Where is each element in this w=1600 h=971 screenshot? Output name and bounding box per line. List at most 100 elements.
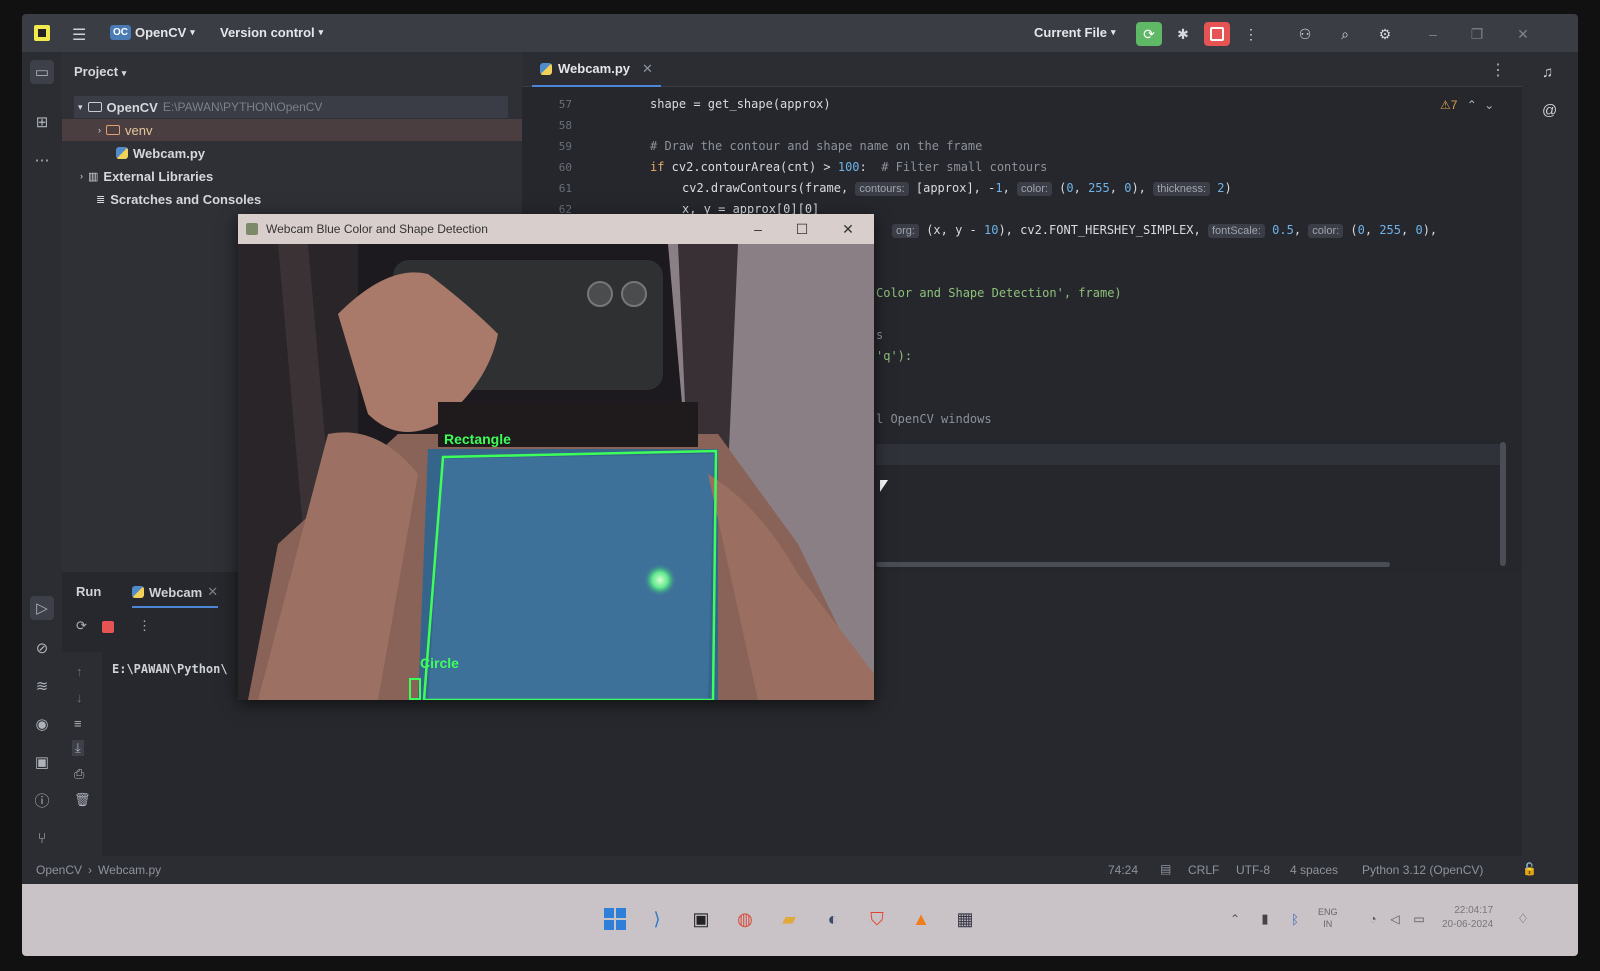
debug-icon[interactable]: ✱ xyxy=(1170,22,1196,46)
structure-icon[interactable]: ⊞ xyxy=(30,110,54,134)
settings-icon[interactable]: ⚙ xyxy=(1372,22,1398,46)
inspection-widget[interactable]: ⚠7 ⌃ ⌄ xyxy=(1440,98,1494,112)
tab-label: Webcam.py xyxy=(558,61,631,76)
main-menu-icon[interactable]: ☰ xyxy=(72,25,86,45)
brave-icon[interactable]: ⛉ xyxy=(864,906,890,932)
webcam-title-bar[interactable]: Webcam Blue Color and Shape Detection – … xyxy=(238,214,874,244)
vlc-icon[interactable]: ▲ xyxy=(908,906,934,932)
more-tools-icon[interactable]: ⋯ xyxy=(30,148,54,172)
webcam-app-taskbar-icon[interactable]: ▦ xyxy=(952,906,978,932)
vertical-scrollbar[interactable] xyxy=(1500,442,1506,566)
code-line-partial: 'q'): xyxy=(876,349,913,363)
tab-webcam-py[interactable]: Webcam.py ✕ xyxy=(532,52,661,87)
title-bar: ☰ OC OpenCV ▾ Version control ▾ Current … xyxy=(22,14,1578,52)
line-separator[interactable]: CRLF xyxy=(1188,863,1219,877)
git-icon[interactable]: ⑂ xyxy=(30,826,54,850)
breadcrumb-project[interactable]: OpenCV xyxy=(36,863,82,877)
tree-item-file[interactable]: Webcam.py xyxy=(116,142,205,164)
maximize-icon[interactable]: ☐ xyxy=(790,220,814,238)
webcam-run-tab[interactable]: Webcam ✕ xyxy=(132,584,219,608)
restore-window-icon[interactable]: ❐ xyxy=(1464,22,1490,46)
notifications-icon[interactable]: ♫ xyxy=(1542,64,1553,81)
vscode-icon[interactable]: ⟩ xyxy=(644,906,670,932)
problems-icon[interactable]: ⓘ xyxy=(30,788,54,812)
close-icon[interactable]: ✕ xyxy=(836,220,860,238)
language-indicator[interactable]: ENG IN xyxy=(1318,906,1338,930)
chevron-up-icon[interactable]: ⌃ xyxy=(1467,98,1477,112)
scroll-up-icon[interactable]: ↑ xyxy=(76,664,83,679)
stop-run-icon[interactable] xyxy=(102,621,114,633)
webcam-feed: Rectangle Circle xyxy=(238,244,874,700)
code-line-partial: l OpenCV windows xyxy=(876,412,992,426)
more-options-icon[interactable]: ⋮ xyxy=(138,618,151,634)
project-folder-icon[interactable]: ▭ xyxy=(30,60,54,84)
project-name: OpenCV xyxy=(135,25,187,40)
minimize-window-icon[interactable]: – xyxy=(1420,22,1446,46)
chrome-icon[interactable]: ◍ xyxy=(732,906,758,932)
services-icon[interactable]: ◉ xyxy=(30,712,54,736)
print-icon[interactable]: ⎙ xyxy=(74,766,84,782)
version-control-menu[interactable]: Version control ▾ xyxy=(220,25,323,40)
tab-options-icon[interactable]: ⋮ xyxy=(1490,60,1506,80)
webcam-window[interactable]: Webcam Blue Color and Shape Detection – … xyxy=(238,214,874,700)
chevron-down-icon[interactable]: ⌄ xyxy=(1484,98,1494,112)
trash-icon[interactable]: 🗑 xyxy=(74,792,91,808)
code-line-partial: Color and Shape Detection', frame) xyxy=(876,286,1122,300)
tray-app-icon[interactable]: ▮ xyxy=(1252,906,1278,932)
search-icon[interactable]: ⌕ xyxy=(1332,22,1358,46)
ide-screen: ☰ OC OpenCV ▾ Version control ▾ Current … xyxy=(22,14,1578,956)
chevron-down-icon: ▾ xyxy=(78,101,83,112)
project-panel-header[interactable]: Project ▾ xyxy=(74,64,126,79)
chevron-up-icon[interactable]: ⌃ xyxy=(1222,906,1248,932)
pycharm-taskbar-icon[interactable]: ▣ xyxy=(688,906,714,932)
pycharm-logo-icon[interactable] xyxy=(34,25,50,41)
more-actions-icon[interactable]: ⋮ xyxy=(1238,22,1264,46)
run-config-label: Current File xyxy=(1034,25,1107,40)
tree-root-path: E:\PAWAN\PYTHON\OpenCV xyxy=(162,100,323,114)
bluetooth-icon[interactable]: ᛒ xyxy=(1282,906,1308,932)
python-interpreter[interactable]: Python 3.12 (OpenCV) xyxy=(1362,863,1483,877)
tree-item-external-libraries[interactable]: › ▥ External Libraries xyxy=(80,165,213,187)
run-side-toolbar: ↑ ↓ ≡ ⤓ ⎙ 🗑 xyxy=(62,652,102,882)
caret-position[interactable]: 74:24 xyxy=(1108,863,1138,877)
rerun-icon[interactable]: ⟳ xyxy=(76,618,87,634)
scroll-down-icon[interactable]: ↓ xyxy=(76,690,83,705)
tree-item-scratches[interactable]: ≣ Scratches and Consoles xyxy=(96,188,261,210)
file-explorer-icon[interactable]: ▰ xyxy=(776,906,802,932)
lock-icon[interactable]: 🔓 xyxy=(1522,862,1537,876)
minimize-icon[interactable]: – xyxy=(746,220,770,238)
battery-icon[interactable]: ▭ xyxy=(1406,906,1432,932)
file-encoding[interactable]: UTF-8 xyxy=(1236,863,1270,877)
tree-item-venv[interactable]: › venv xyxy=(62,119,522,141)
run-tab[interactable]: Run xyxy=(76,584,101,599)
close-window-icon[interactable]: ✕ xyxy=(1510,22,1536,46)
ai-assistant-icon[interactable]: @ xyxy=(1542,102,1557,119)
edge-icon[interactable]: ◐ xyxy=(820,906,846,932)
layers-icon[interactable]: ≋ xyxy=(30,674,54,698)
stop-button[interactable] xyxy=(1204,22,1230,46)
run-config-selector[interactable]: Current File ▾ xyxy=(1034,25,1116,40)
camera-frame-image xyxy=(238,244,874,700)
python-packages-icon[interactable]: ⊘ xyxy=(30,636,54,660)
close-tab-icon[interactable]: ✕ xyxy=(642,61,653,77)
warning-icon: ⚠ xyxy=(1440,98,1451,112)
soft-wrap-icon[interactable]: ≡ xyxy=(74,716,82,731)
chevron-down-icon: ▾ xyxy=(1110,27,1116,37)
indent-setting[interactable]: 4 spaces xyxy=(1290,863,1338,877)
horizontal-scrollbar[interactable] xyxy=(876,562,1390,567)
tree-item-root[interactable]: ▾ OpenCV E:\PAWAN\PYTHON\OpenCV xyxy=(74,96,508,118)
clock[interactable]: 22:04:17 20-06-2024 xyxy=(1442,904,1493,932)
rerun-button[interactable]: ⟳ xyxy=(1136,22,1162,46)
code-with-me-icon[interactable]: ⚇ xyxy=(1292,22,1318,46)
scroll-to-end-icon[interactable]: ⤓ xyxy=(72,740,84,756)
volume-icon[interactable]: ◁ xyxy=(1382,906,1408,932)
close-tab-icon[interactable]: ✕ xyxy=(207,584,218,600)
breadcrumb-file[interactable]: Webcam.py xyxy=(98,863,161,877)
notification-bell-icon[interactable]: ♢ xyxy=(1510,906,1536,932)
project-selector[interactable]: OC OpenCV ▾ xyxy=(110,25,195,40)
windows-start-icon[interactable] xyxy=(602,906,628,932)
chevron-down-icon: ▾ xyxy=(318,27,324,37)
run-tool-icon[interactable]: ▷ xyxy=(30,596,54,620)
readonly-icon[interactable]: ▤ xyxy=(1160,862,1171,876)
terminal-icon[interactable]: ▣ xyxy=(30,750,54,774)
